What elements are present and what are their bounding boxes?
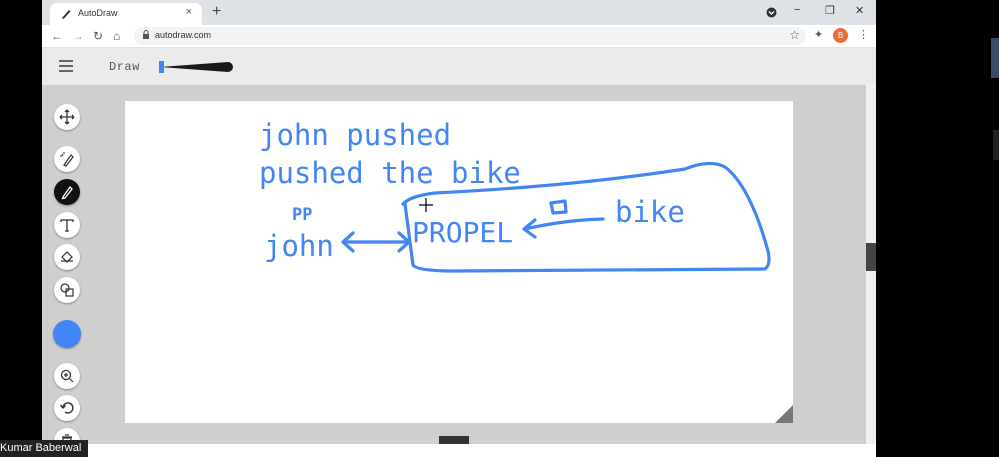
- browser-menu-icon[interactable]: ⋮: [858, 28, 869, 41]
- new-tab-button[interactable]: +: [212, 3, 221, 21]
- move-icon: [59, 109, 75, 125]
- type-tool-button[interactable]: [54, 212, 80, 238]
- canvas-resize-handle[interactable]: [775, 405, 793, 423]
- reload-icon[interactable]: ↻: [93, 28, 103, 44]
- drawing-layer[interactable]: john pushed pushed the bike PP john PROP…: [125, 101, 793, 423]
- fill-tool-button[interactable]: [54, 244, 80, 270]
- tab-strip: AutoDraw × + − ❐ ✕: [42, 0, 876, 25]
- horizontal-scrollbar-thumb[interactable]: [439, 436, 469, 444]
- address-bar[interactable]: autodraw.com ☆: [134, 27, 806, 45]
- crosshair-cursor-icon: [419, 198, 433, 212]
- magic-pen-icon: [60, 152, 74, 167]
- back-arrow-icon[interactable]: ←: [51, 28, 63, 44]
- bottom-bar: [42, 444, 876, 457]
- extensions-puzzle-icon[interactable]: ✦: [814, 28, 823, 41]
- vertical-scrollbar-thumb[interactable]: [866, 243, 876, 271]
- shape-tool-button[interactable]: [54, 277, 80, 303]
- bookmark-star-icon[interactable]: ☆: [789, 28, 800, 42]
- move-tool-button[interactable]: [54, 104, 80, 130]
- side-window-edge: [991, 38, 999, 78]
- draw-tool-button[interactable]: [54, 179, 80, 205]
- lock-icon: [143, 30, 149, 39]
- undo-button[interactable]: [54, 395, 80, 421]
- side-window-edge-2: [993, 130, 999, 160]
- autodraw-favicon-icon: [62, 10, 71, 19]
- minimize-button[interactable]: −: [794, 4, 800, 16]
- home-icon[interactable]: ⌂: [113, 28, 120, 44]
- text-type-icon: [60, 219, 74, 232]
- profile-avatar[interactable]: B: [833, 28, 848, 43]
- stroke-width-slider[interactable]: [158, 59, 240, 75]
- small-square-shape: [549, 199, 568, 215]
- canvas-text-john: john: [264, 229, 334, 263]
- browser-toolbar: ← → ↻ ⌂ autodraw.com ☆ ✦ B ⋮: [42, 25, 876, 47]
- forward-arrow-icon[interactable]: →: [72, 28, 84, 44]
- drawing-canvas[interactable]: john pushed pushed the bike PP john PROP…: [125, 101, 793, 423]
- canvas-text-line1: john pushed: [259, 118, 451, 152]
- mode-label: Draw: [109, 60, 140, 74]
- maximize-button[interactable]: ❐: [825, 4, 835, 17]
- zoom-icon: [60, 369, 74, 383]
- hamburger-menu-icon[interactable]: [59, 60, 73, 72]
- paint-bucket-icon: [61, 251, 73, 263]
- canvas-area: john pushed pushed the bike PP john PROP…: [42, 85, 876, 457]
- canvas-text-line2: pushed the bike: [259, 156, 521, 190]
- canvas-text-propel: PROPEL: [412, 216, 513, 249]
- double-arrow-shape: [341, 231, 411, 253]
- tab-title: AutoDraw: [78, 8, 118, 18]
- app-header: Draw: [42, 47, 876, 85]
- shapes-icon: [60, 283, 74, 297]
- tab-close-icon[interactable]: ×: [186, 6, 192, 18]
- undo-icon: [59, 402, 74, 414]
- close-window-button[interactable]: ✕: [855, 4, 864, 17]
- participant-name-label: Kumar Baberwal: [0, 440, 88, 457]
- browser-window: AutoDraw × + − ❐ ✕ ← → ↻ ⌂ autodraw.com …: [42, 0, 876, 457]
- slider-handle: [159, 61, 164, 73]
- tab-search-icon[interactable]: [766, 7, 777, 18]
- tab-autodraw[interactable]: AutoDraw ×: [50, 3, 202, 25]
- color-picker-button[interactable]: [53, 320, 81, 348]
- pencil-icon: [61, 185, 73, 200]
- zoom-button[interactable]: [54, 363, 80, 389]
- autodraw-tool-button[interactable]: [54, 146, 80, 172]
- left-arrow-shape: [522, 217, 605, 239]
- canvas-text-bike: bike: [615, 195, 685, 229]
- url-text: autodraw.com: [155, 30, 212, 40]
- canvas-text-pp: PP: [292, 205, 312, 225]
